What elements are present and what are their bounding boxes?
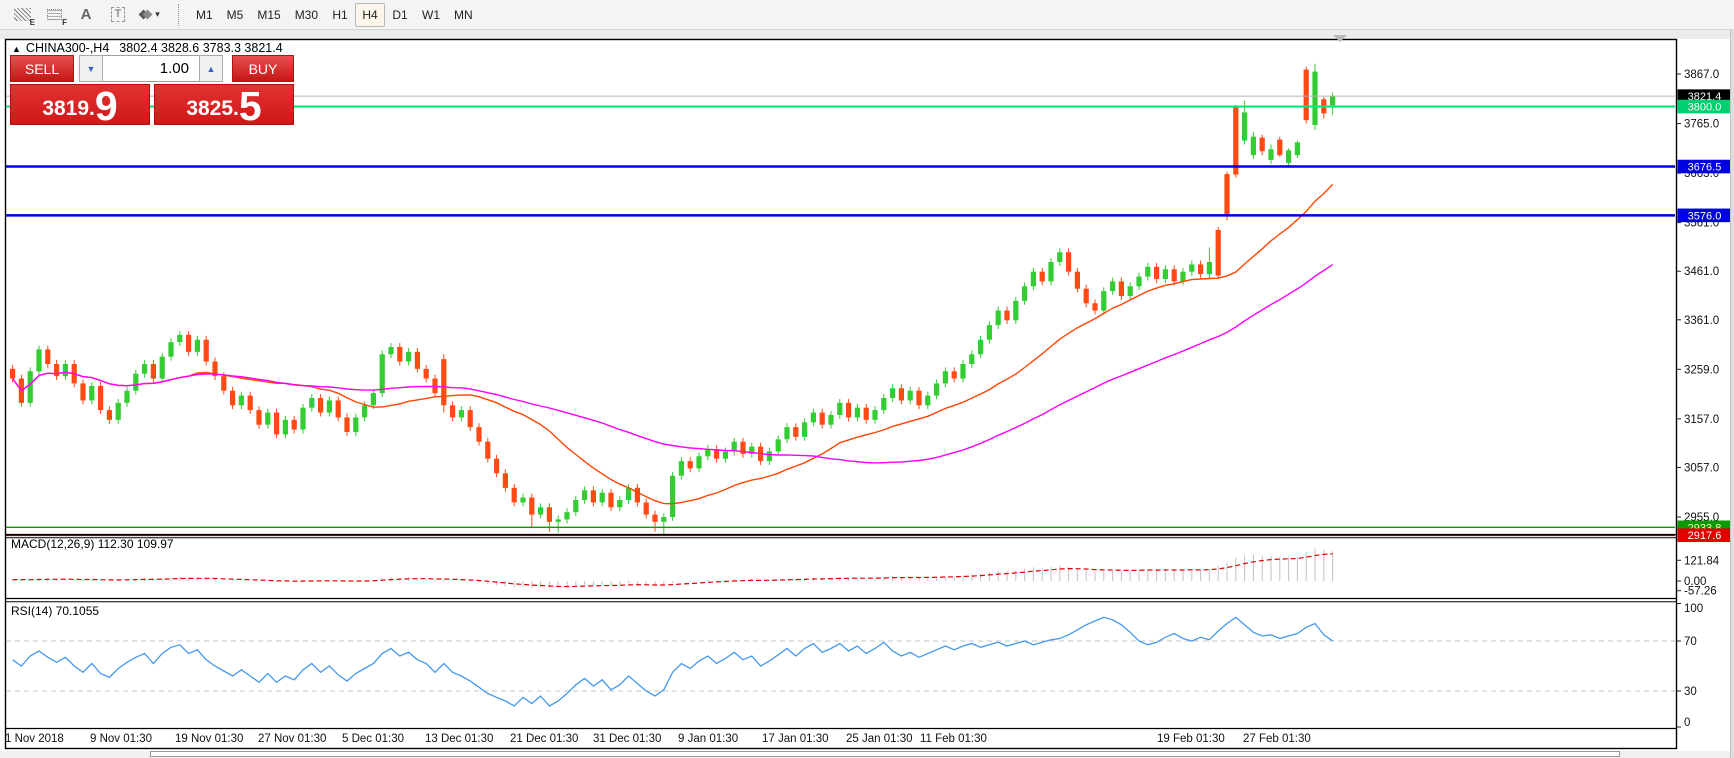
svg-text:3461.0: 3461.0 xyxy=(1684,266,1719,278)
svg-text:1 Nov 2018: 1 Nov 2018 xyxy=(5,733,64,745)
svg-text:11 Feb 01:30: 11 Feb 01:30 xyxy=(920,733,987,745)
buy-price-button[interactable]: 3825.5 xyxy=(154,84,294,125)
volume-increase-button[interactable]: ▲ xyxy=(199,55,223,82)
svg-text:17 Jan 01:30: 17 Jan 01:30 xyxy=(762,733,829,745)
timeframe-group: M1M5M15M30H1H4D1W1MN xyxy=(189,3,480,27)
sell-price-big-digit: 9 xyxy=(95,90,118,124)
collapse-panel-icon[interactable]: ▲ xyxy=(12,44,21,54)
svg-text:3765.0: 3765.0 xyxy=(1684,119,1719,131)
svg-text:19 Feb 01:30: 19 Feb 01:30 xyxy=(1157,733,1225,745)
svg-text:13 Dec 01:30: 13 Dec 01:30 xyxy=(425,733,493,745)
symbol-period-label: CHINA300-,H4 xyxy=(26,41,109,55)
svg-text:19 Nov 01:30: 19 Nov 01:30 xyxy=(175,733,243,745)
price-chart-canvas[interactable]: 3867.03765.03663.03561.03461.03361.03259… xyxy=(0,30,1734,758)
svg-text:3157.0: 3157.0 xyxy=(1684,414,1719,426)
svg-text:3676.5: 3676.5 xyxy=(1688,162,1722,174)
timeframe-h1[interactable]: H1 xyxy=(325,3,355,27)
grid-icon[interactable]: F xyxy=(38,2,70,28)
text-label-icon[interactable]: A xyxy=(70,2,102,28)
experts-icon[interactable]: E xyxy=(6,2,38,28)
buy-price-main: 3825. xyxy=(186,98,239,119)
timeframe-w1[interactable]: W1 xyxy=(415,3,447,27)
objects-icon[interactable]: ▾ xyxy=(134,2,166,28)
chevron-up-icon: ▲ xyxy=(207,64,216,74)
svg-text:9 Nov 01:30: 9 Nov 01:30 xyxy=(90,733,152,745)
buy-price-big-digit: 5 xyxy=(239,90,262,124)
svg-text:0: 0 xyxy=(1684,717,1690,729)
timeframe-m1[interactable]: M1 xyxy=(189,3,220,27)
svg-text:2917.6: 2917.6 xyxy=(1688,530,1722,542)
toolbar-icon-group: EFAT▾ xyxy=(6,2,166,28)
rsi-label: RSI(14) 70.1055 xyxy=(11,604,99,618)
sell-price-main: 3819. xyxy=(42,98,95,119)
svg-text:21 Dec 01:30: 21 Dec 01:30 xyxy=(510,733,578,745)
svg-text:121.84: 121.84 xyxy=(1684,555,1720,567)
chevron-down-icon: ▼ xyxy=(87,64,96,74)
sell-button[interactable]: SELL xyxy=(10,55,74,82)
timeframe-d1[interactable]: D1 xyxy=(385,3,415,27)
macd-label: MACD(12,26,9) 112.30 109.97 xyxy=(11,537,174,551)
horizontal-scrollbar xyxy=(0,751,1734,758)
one-click-trade-panel: SELL ▼ ▲ BUY 3819.9 3825.5 xyxy=(10,55,294,125)
volume-decrease-button[interactable]: ▼ xyxy=(79,55,103,82)
svg-text:3867.0: 3867.0 xyxy=(1684,69,1719,81)
scrollbar-thumb[interactable] xyxy=(150,751,1620,757)
toolbar: EFAT▾ M1M5M15M30H1H4D1W1MN xyxy=(0,0,1734,30)
svg-text:-57.26: -57.26 xyxy=(1684,586,1717,598)
chart-title: ▲ CHINA300-,H4 3802.4 3828.6 3783.3 3821.4 xyxy=(12,41,283,55)
textbox-icon[interactable]: T xyxy=(102,2,134,28)
timeframe-h4[interactable]: H4 xyxy=(355,3,385,27)
svg-text:31 Dec 01:30: 31 Dec 01:30 xyxy=(593,733,661,745)
svg-text:27 Feb 01:30: 27 Feb 01:30 xyxy=(1243,733,1311,745)
svg-text:27 Nov 01:30: 27 Nov 01:30 xyxy=(258,733,326,745)
timeframe-m15[interactable]: M15 xyxy=(250,3,287,27)
timeframe-m5[interactable]: M5 xyxy=(220,3,251,27)
volume-input[interactable] xyxy=(103,55,199,82)
ohlc-readout: 3802.4 3828.6 3783.3 3821.4 xyxy=(119,41,282,55)
svg-text:3576.0: 3576.0 xyxy=(1688,210,1722,222)
svg-text:3259.0: 3259.0 xyxy=(1684,364,1719,376)
svg-text:3361.0: 3361.0 xyxy=(1684,315,1719,327)
svg-text:70: 70 xyxy=(1684,636,1697,648)
toolbar-separator xyxy=(178,4,179,26)
svg-text:9 Jan 01:30: 9 Jan 01:30 xyxy=(678,733,738,745)
svg-text:25 Jan 01:30: 25 Jan 01:30 xyxy=(846,733,913,745)
svg-text:3800.0: 3800.0 xyxy=(1688,102,1722,114)
chart-window: 3867.03765.03663.03561.03461.03361.03259… xyxy=(0,30,1734,758)
timeframe-mn[interactable]: MN xyxy=(447,3,480,27)
buy-button[interactable]: BUY xyxy=(232,55,294,82)
right-window-edge xyxy=(1730,30,1734,758)
svg-text:3057.0: 3057.0 xyxy=(1684,462,1719,474)
sell-price-button[interactable]: 3819.9 xyxy=(10,84,150,125)
timeframe-m30[interactable]: M30 xyxy=(288,3,325,27)
svg-text:100: 100 xyxy=(1684,603,1703,615)
svg-text:5 Dec 01:30: 5 Dec 01:30 xyxy=(342,733,404,745)
svg-text:30: 30 xyxy=(1684,686,1697,698)
